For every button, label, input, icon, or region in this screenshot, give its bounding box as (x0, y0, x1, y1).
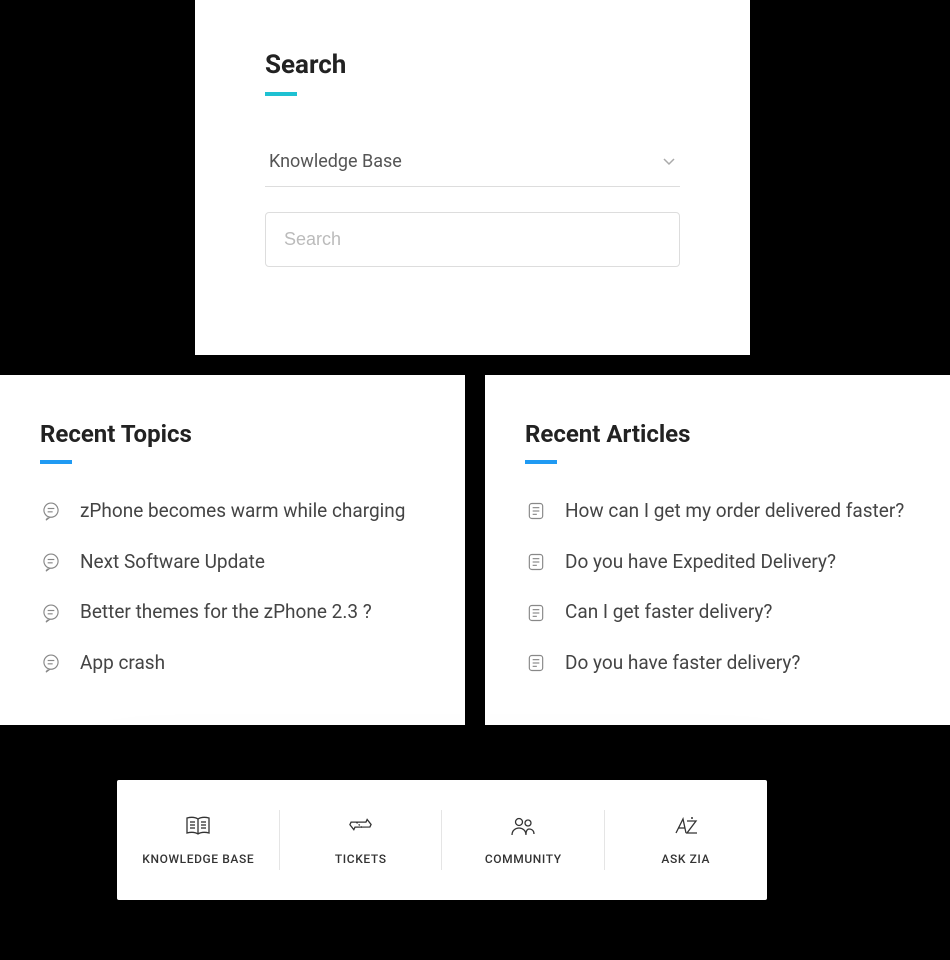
article-text: Can I get faster delivery? (565, 600, 772, 625)
chat-icon (40, 551, 62, 573)
heading-underline (265, 92, 297, 96)
topic-item[interactable]: App crash (40, 651, 425, 676)
people-icon (510, 814, 536, 838)
book-icon (185, 814, 211, 838)
document-icon (525, 551, 547, 573)
nav-label: KNOWLEDGE BASE (142, 852, 254, 866)
chevron-down-icon (662, 154, 676, 170)
nav-label: TICKETS (335, 852, 387, 866)
topic-text: Better themes for the zPhone 2.3 ? (80, 600, 372, 625)
document-icon (525, 500, 547, 522)
article-item[interactable]: How can I get my order delivered faster? (525, 499, 910, 524)
ticket-icon (348, 814, 374, 838)
chat-icon (40, 652, 62, 674)
chat-icon (40, 602, 62, 624)
nav-community[interactable]: COMMUNITY (442, 780, 605, 900)
nav-knowledge-base[interactable]: KNOWLEDGE BASE (117, 780, 280, 900)
recent-topics-card: Recent Topics zPhone becomes warm while … (0, 375, 465, 725)
topic-item[interactable]: zPhone becomes warm while charging (40, 499, 425, 524)
search-input[interactable] (265, 212, 680, 267)
article-text: Do you have Expedited Delivery? (565, 550, 836, 575)
bottom-nav: KNOWLEDGE BASE TICKETS COMMUNITY (117, 780, 767, 900)
nav-ask-zia[interactable]: ASK ZIA (605, 780, 768, 900)
topic-item[interactable]: Next Software Update (40, 550, 425, 575)
article-item[interactable]: Do you have faster delivery? (525, 651, 910, 676)
heading-underline (525, 460, 557, 464)
search-card: Search Knowledge Base (195, 0, 750, 355)
recent-topics-heading: Recent Topics (40, 420, 425, 448)
document-icon (525, 652, 547, 674)
search-heading: Search (265, 50, 680, 80)
scope-dropdown[interactable]: Knowledge Base (265, 141, 680, 187)
article-item[interactable]: Do you have Expedited Delivery? (525, 550, 910, 575)
recent-articles-card: Recent Articles How can I get my order d… (485, 375, 950, 725)
heading-underline (40, 460, 72, 464)
zia-icon (673, 814, 699, 838)
topic-item[interactable]: Better themes for the zPhone 2.3 ? (40, 600, 425, 625)
article-item[interactable]: Can I get faster delivery? (525, 600, 910, 625)
topic-text: Next Software Update (80, 550, 265, 575)
nav-label: COMMUNITY (485, 852, 562, 866)
article-text: How can I get my order delivered faster? (565, 499, 904, 524)
nav-tickets[interactable]: TICKETS (280, 780, 443, 900)
recent-articles-heading: Recent Articles (525, 420, 910, 448)
article-text: Do you have faster delivery? (565, 651, 800, 676)
columns: Recent Topics zPhone becomes warm while … (0, 375, 950, 725)
document-icon (525, 602, 547, 624)
nav-label: ASK ZIA (661, 852, 710, 866)
chat-icon (40, 500, 62, 522)
topic-text: App crash (80, 651, 165, 676)
topic-text: zPhone becomes warm while charging (80, 499, 405, 524)
scope-dropdown-label: Knowledge Base (269, 151, 402, 172)
